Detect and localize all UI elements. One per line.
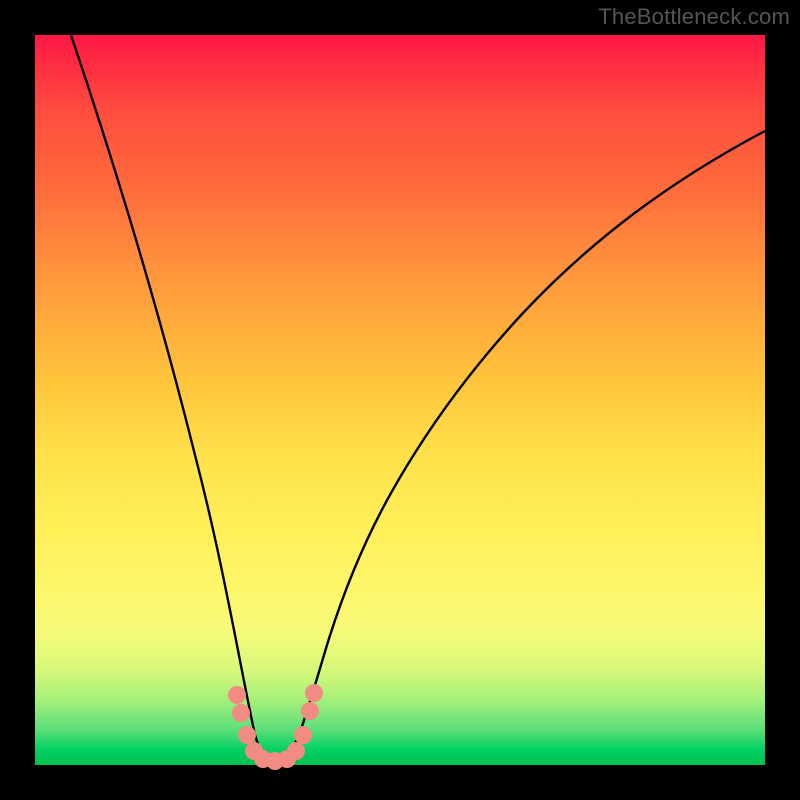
plot-area bbox=[35, 35, 765, 765]
curve-layer bbox=[35, 35, 765, 765]
bottleneck-curve bbox=[71, 35, 765, 761]
chart-frame: TheBottleneck.com bbox=[0, 0, 800, 800]
highlight-dots bbox=[228, 684, 323, 770]
watermark-text: TheBottleneck.com bbox=[598, 4, 790, 30]
